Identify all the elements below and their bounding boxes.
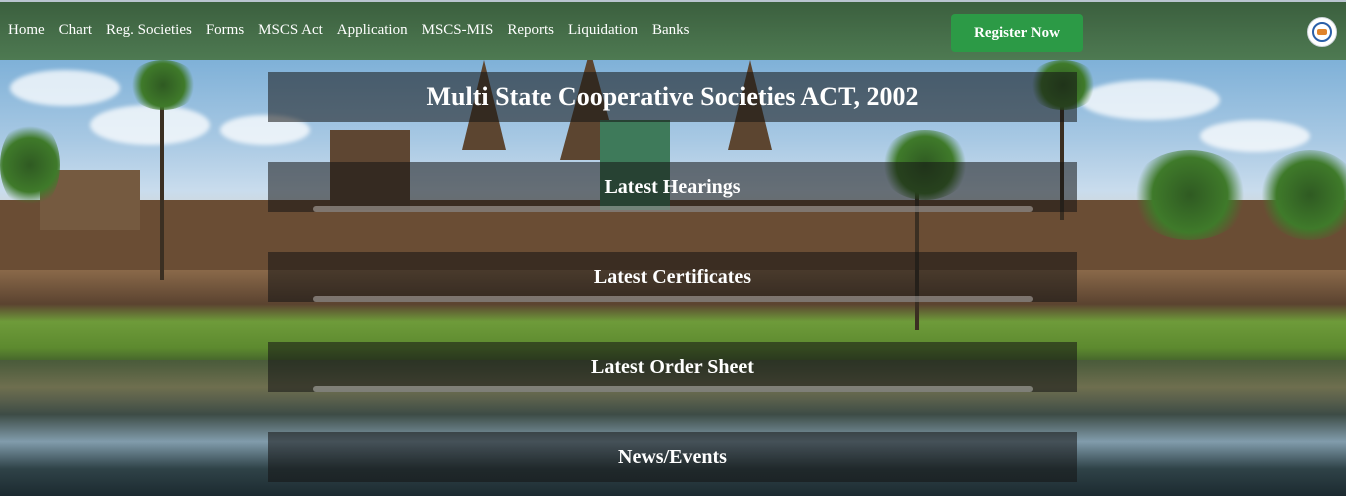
latest-certificates-heading: Latest Certificates (593, 266, 752, 288)
emblem-logo-icon[interactable] (1307, 17, 1337, 47)
latest-order-sheet-panel: Latest Order Sheet (268, 342, 1077, 392)
nav-mscs-mis[interactable]: MSCS-MIS (422, 22, 494, 39)
latest-hearings-panel: Latest Hearings (268, 162, 1077, 212)
latest-hearings-heading: Latest Hearings (604, 176, 741, 198)
page-title: Multi State Cooperative Societies ACT, 2… (426, 82, 919, 111)
latest-certificates-panel: Latest Certificates (268, 252, 1077, 302)
certificates-ticker[interactable] (268, 296, 1077, 302)
nav-home[interactable]: Home (8, 22, 45, 39)
nav-liquidation[interactable]: Liquidation (568, 22, 638, 39)
news-events-heading: News/Events (618, 446, 727, 468)
nav-mscs-act[interactable]: MSCS Act (258, 22, 323, 39)
latest-order-sheet-heading: Latest Order Sheet (591, 356, 754, 378)
nav-banks[interactable]: Banks (652, 22, 690, 39)
hearings-ticker[interactable] (268, 206, 1077, 212)
nav-application[interactable]: Application (337, 22, 408, 39)
nav-forms[interactable]: Forms (206, 22, 244, 39)
order-sheet-ticker[interactable] (268, 386, 1077, 392)
page-title-panel: Multi State Cooperative Societies ACT, 2… (268, 72, 1077, 122)
nav-chart[interactable]: Chart (59, 22, 92, 39)
nav-menu: Home Chart Reg. Societies Forms MSCS Act… (8, 22, 689, 39)
nav-reg-societies[interactable]: Reg. Societies (106, 22, 192, 39)
news-events-panel: News/Events (268, 432, 1077, 482)
nav-reports[interactable]: Reports (507, 22, 554, 39)
top-navbar: Home Chart Reg. Societies Forms MSCS Act… (0, 0, 1346, 60)
register-now-button[interactable]: Register Now (951, 14, 1083, 52)
